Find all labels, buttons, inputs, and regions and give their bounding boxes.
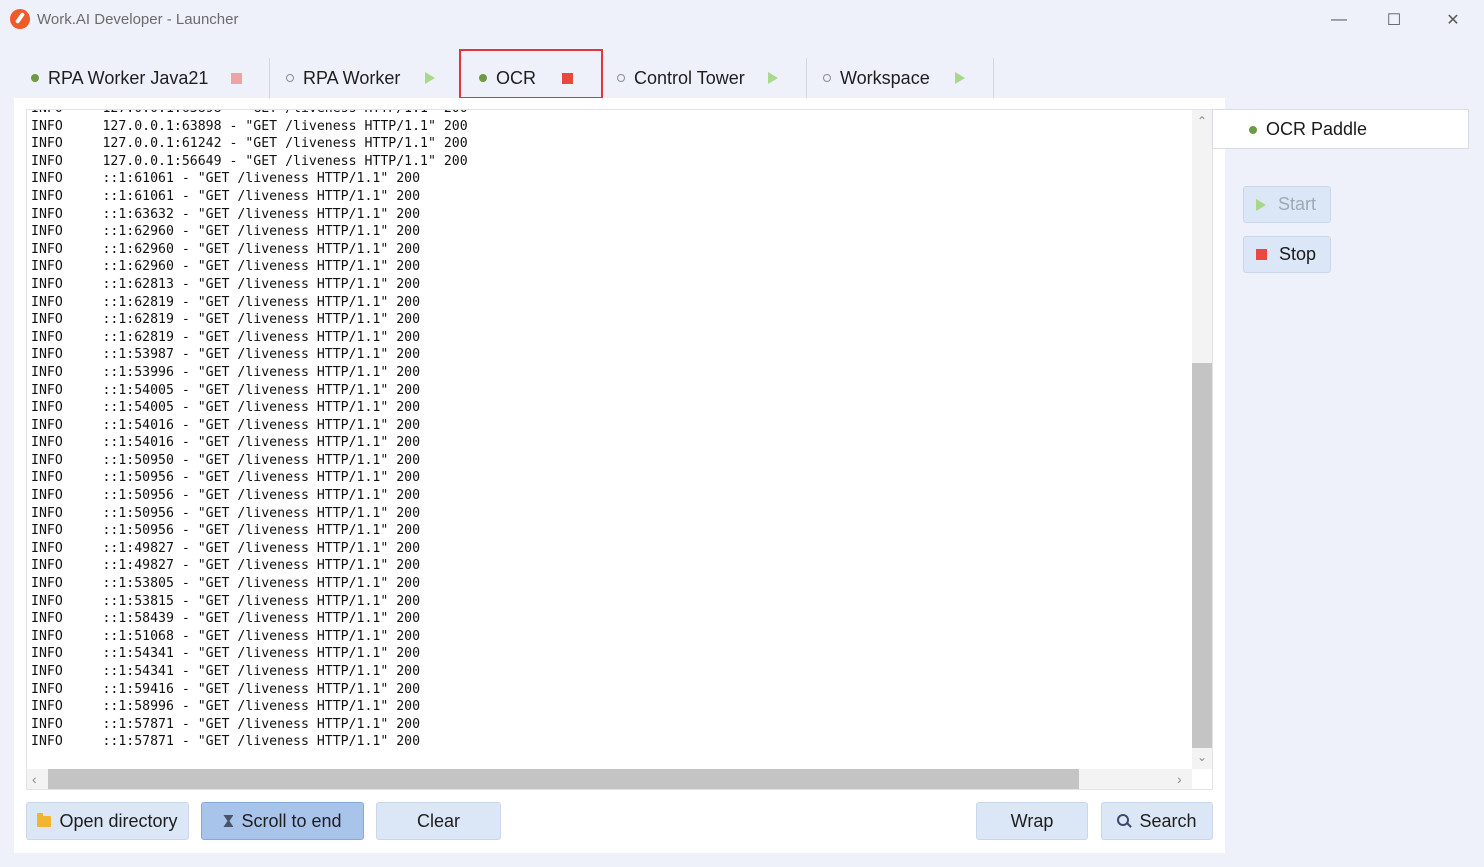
log-line: INFO ::1:53815 - "GET /liveness HTTP/1.1…	[31, 593, 421, 609]
log-line: INFO ::1:49827 - "GET /liveness HTTP/1.1…	[31, 540, 421, 556]
log-line: INFO ::1:62813 - "GET /liveness HTTP/1.1…	[31, 276, 421, 292]
log-line: INFO ::1:50956 - "GET /liveness HTTP/1.1…	[31, 470, 421, 486]
tab-label: Control Tower	[634, 67, 745, 88]
minimize-button[interactable]: —	[1316, 6, 1362, 34]
log-line: INFO ::1:62960 - "GET /liveness HTTP/1.1…	[31, 224, 421, 240]
stop-label: Stop	[1279, 244, 1317, 264]
scroll-to-end-button[interactable]: Scroll to end	[201, 802, 364, 840]
log-line: INFO ::1:57871 - "GET /liveness HTTP/1.1…	[31, 716, 421, 732]
close-button[interactable]: ✕	[1430, 6, 1476, 34]
log-line: INFO ::1:62960 - "GET /liveness HTTP/1.1…	[31, 241, 421, 257]
wrap-button[interactable]: Wrap	[976, 802, 1088, 840]
horizontal-scroll-thumb[interactable]	[48, 769, 1079, 789]
log-line: INFO ::1:54341 - "GET /liveness HTTP/1.1…	[31, 646, 421, 662]
tab-separator	[269, 58, 270, 98]
stop-icon[interactable]	[231, 73, 242, 84]
log-line: INFO ::1:61061 - "GET /liveness HTTP/1.1…	[31, 188, 421, 204]
scroll-right-icon[interactable]: ›	[1177, 771, 1182, 787]
open-directory-label: Open directory	[59, 810, 178, 831]
start-label: Start	[1278, 194, 1317, 214]
status-stopped-icon	[823, 74, 831, 82]
log-line: INFO ::1:54341 - "GET /liveness HTTP/1.1…	[31, 664, 421, 679]
tab-control-tower[interactable]: Control Tower	[617, 58, 745, 98]
search-icon	[1117, 814, 1131, 828]
log-line: INFO ::1:57871 - "GET /liveness HTTP/1.1…	[31, 734, 421, 750]
log-line: INFO ::1:54016 - "GET /liveness HTTP/1.1…	[31, 417, 421, 433]
stop-button[interactable]: Stop	[1243, 236, 1331, 273]
status-stopped-icon	[286, 74, 294, 82]
hourglass-icon	[223, 815, 234, 827]
log-text: INFO 127.0.0.1:63898 - "GET /liveness HT…	[31, 110, 1191, 751]
log-line: INFO 127.0.0.1:63898 - "GET /liveness HT…	[31, 118, 468, 134]
clear-label: Clear	[416, 810, 460, 831]
active-tab-highlight	[459, 49, 603, 99]
log-line: INFO ::1:49827 - "GET /liveness HTTP/1.1…	[31, 558, 421, 574]
log-line: INFO 127.0.0.1:61242 - "GET /liveness HT…	[31, 136, 468, 152]
log-line: INFO ::1:51068 - "GET /liveness HTTP/1.1…	[31, 628, 421, 644]
log-line: INFO ::1:54005 - "GET /liveness HTTP/1.1…	[31, 400, 421, 416]
scroll-up-icon[interactable]: ⌃	[1197, 114, 1207, 128]
log-line: INFO ::1:62819 - "GET /liveness HTTP/1.1…	[31, 312, 421, 328]
maximize-button[interactable]: ☐	[1371, 6, 1417, 34]
scroll-to-end-label: Scroll to end	[241, 810, 342, 831]
tab-workspace[interactable]: Workspace	[823, 58, 930, 98]
status-running-icon	[31, 74, 39, 82]
log-line: INFO ::1:50956 - "GET /liveness HTTP/1.1…	[31, 505, 421, 521]
log-line: INFO ::1:53987 - "GET /liveness HTTP/1.1…	[31, 347, 421, 363]
log-line: INFO ::1:58996 - "GET /liveness HTTP/1.1…	[31, 699, 421, 715]
tab-separator	[993, 58, 994, 98]
log-console[interactable]: INFO 127.0.0.1:63898 - "GET /liveness HT…	[26, 109, 1213, 790]
log-line: INFO ::1:62819 - "GET /liveness HTTP/1.1…	[31, 294, 421, 310]
log-line: INFO 127.0.0.1:56649 - "GET /liveness HT…	[31, 153, 468, 169]
search-button[interactable]: Search	[1101, 802, 1213, 840]
log-line: INFO ::1:53996 - "GET /liveness HTTP/1.1…	[31, 364, 421, 380]
status-running-icon	[1249, 126, 1257, 134]
tab-separator	[806, 58, 807, 98]
open-directory-button[interactable]: Open directory	[26, 802, 189, 840]
log-line: INFO 127.0.0.1:63898 - "GET /liveness HT…	[31, 110, 1191, 118]
search-label: Search	[1139, 810, 1197, 831]
tab-label: RPA Worker Java21	[48, 67, 209, 88]
app-logo-icon	[10, 9, 30, 29]
title-bar: Work.AI Developer - Launcher — ☐ ✕	[0, 0, 1484, 40]
status-stopped-icon	[617, 74, 625, 82]
play-icon	[1256, 198, 1266, 211]
log-line: INFO ::1:58439 - "GET /liveness HTTP/1.1…	[31, 611, 421, 627]
log-line: INFO ::1:53805 - "GET /liveness HTTP/1.1…	[31, 576, 421, 592]
wrap-label: Wrap	[1010, 810, 1054, 831]
play-icon[interactable]	[768, 72, 778, 84]
clear-button[interactable]: Clear	[376, 802, 501, 840]
log-line: INFO ::1:62960 - "GET /liveness HTTP/1.1…	[31, 259, 421, 275]
folder-icon	[37, 812, 52, 827]
play-icon[interactable]	[955, 72, 965, 84]
tab-label: Workspace	[840, 67, 930, 88]
tab-rpa-worker[interactable]: RPA Worker	[286, 58, 400, 98]
log-line: INFO ::1:50956 - "GET /liveness HTTP/1.1…	[31, 523, 421, 539]
service-label: OCR Paddle	[1266, 118, 1368, 139]
start-button[interactable]: Start	[1243, 186, 1331, 223]
scroll-left-icon[interactable]: ‹	[32, 771, 37, 787]
log-line: INFO ::1:54016 - "GET /liveness HTTP/1.1…	[31, 435, 421, 451]
scroll-down-icon[interactable]: ⌄	[1197, 750, 1207, 764]
play-icon[interactable]	[425, 72, 435, 84]
log-line: INFO ::1:50956 - "GET /liveness HTTP/1.1…	[31, 488, 421, 504]
log-line: INFO ::1:50950 - "GET /liveness HTTP/1.1…	[31, 452, 421, 468]
log-line: INFO ::1:62819 - "GET /liveness HTTP/1.1…	[31, 329, 421, 345]
stop-icon	[1256, 249, 1267, 260]
tab-label: RPA Worker	[303, 67, 401, 88]
log-line: INFO ::1:61061 - "GET /liveness HTTP/1.1…	[31, 171, 421, 187]
window-title: Work.AI Developer - Launcher	[37, 11, 239, 28]
log-line: INFO ::1:59416 - "GET /liveness HTTP/1.1…	[31, 681, 421, 697]
log-line: INFO ::1:63632 - "GET /liveness HTTP/1.1…	[31, 206, 421, 222]
vertical-scroll-thumb[interactable]	[1192, 363, 1212, 748]
tab-rpa-worker-java21[interactable]: RPA Worker Java21	[31, 58, 208, 98]
log-line: INFO ::1:54005 - "GET /liveness HTTP/1.1…	[31, 382, 421, 398]
service-item-ocr-paddle[interactable]: OCR Paddle	[1212, 109, 1469, 149]
